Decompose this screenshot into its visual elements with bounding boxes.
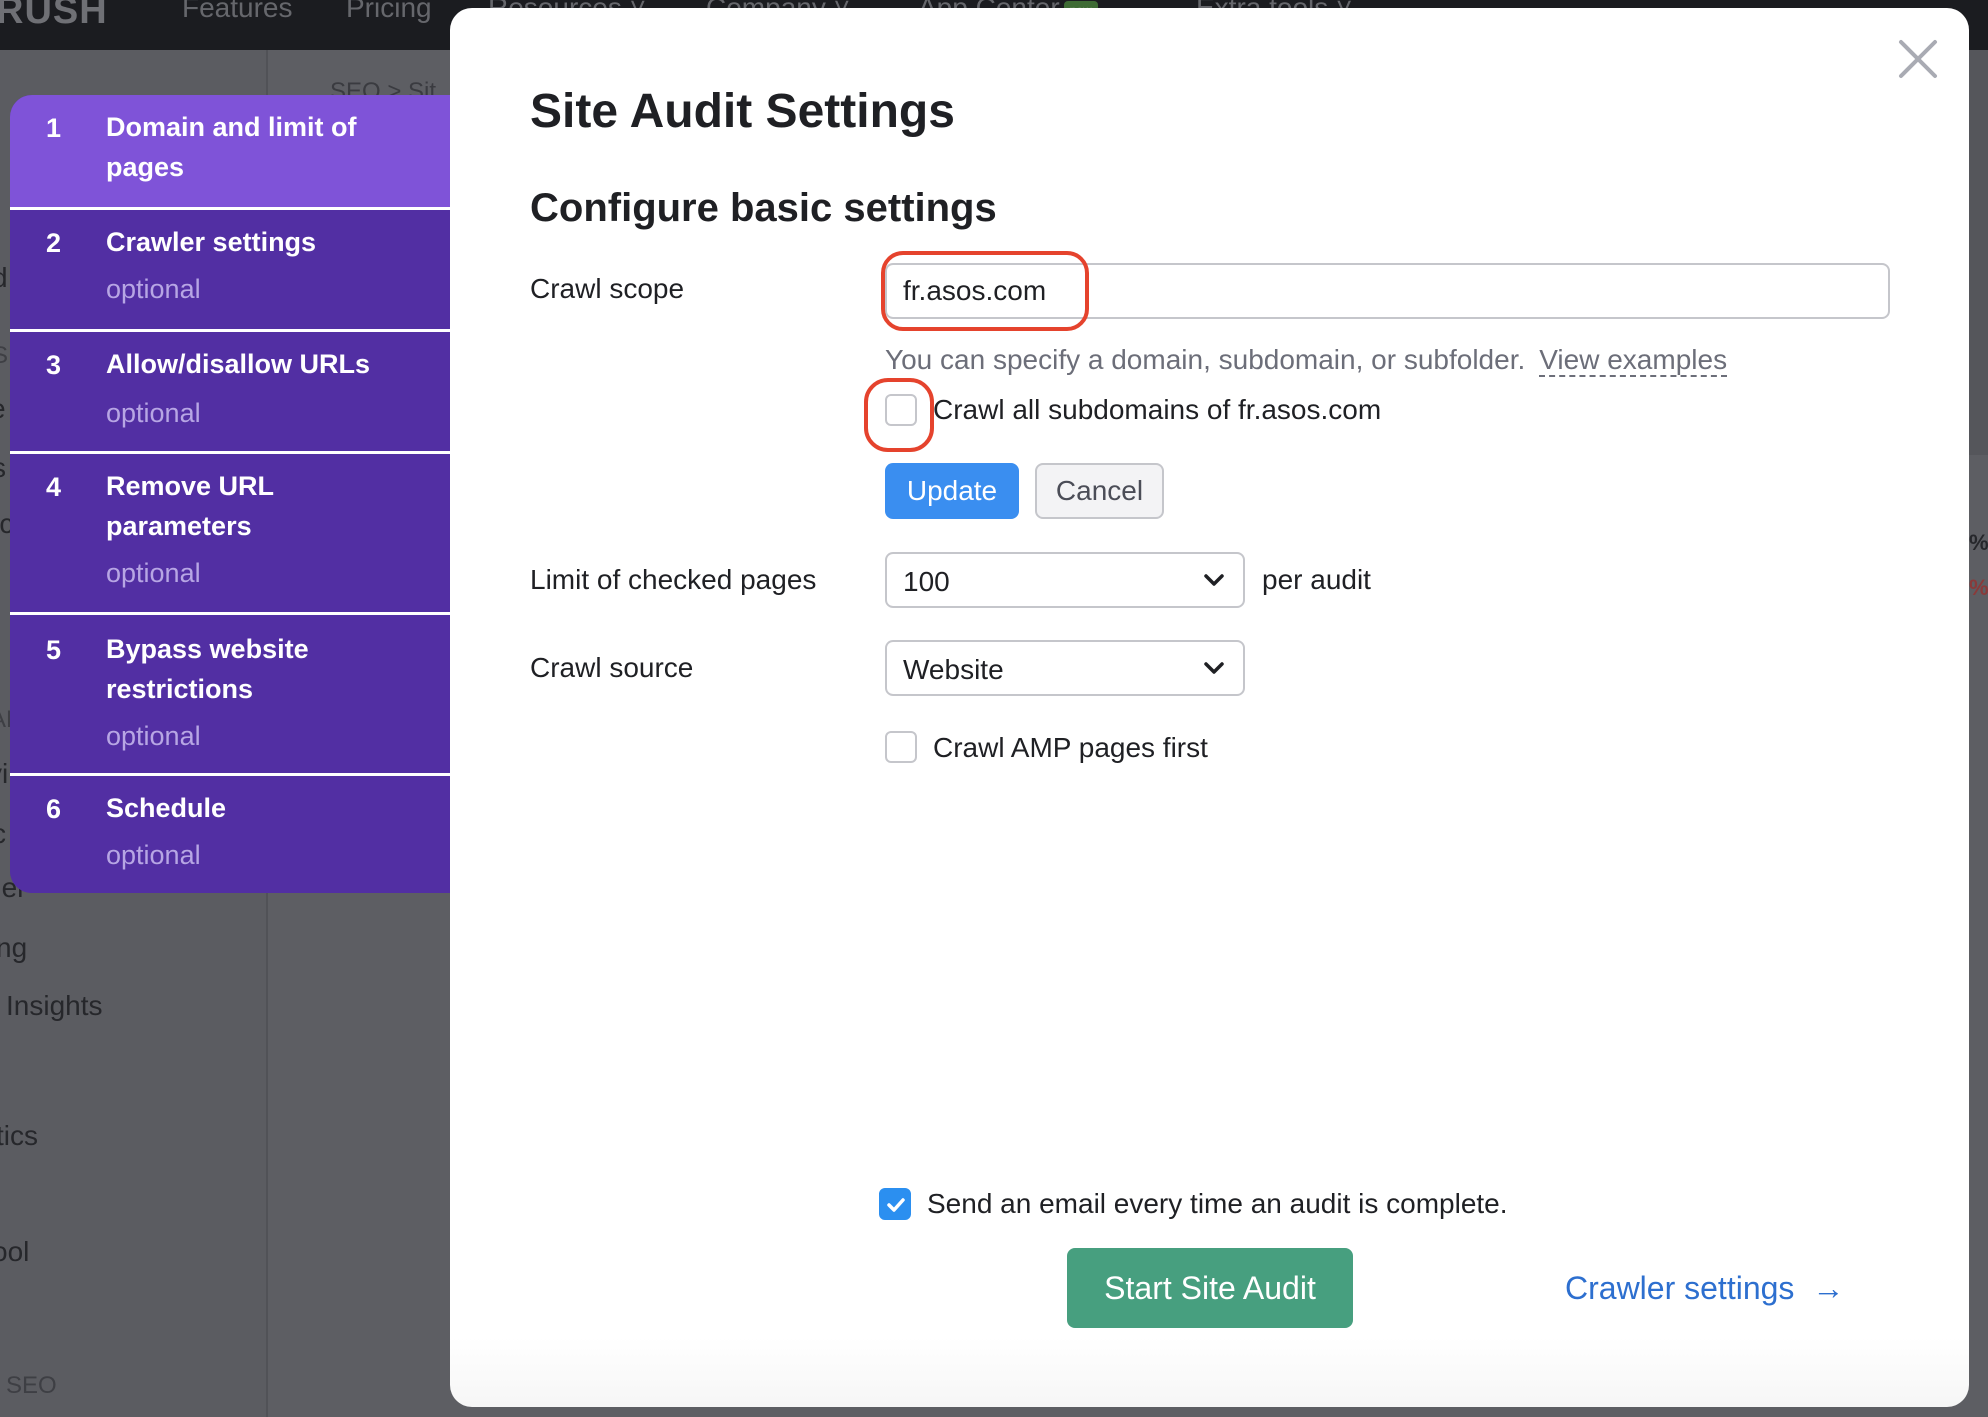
step-title: Allow/disallow URLs <box>106 349 371 379</box>
bg-sidebar-item: ool <box>0 1236 30 1267</box>
bg-sidebar-fragment: e <box>0 393 6 425</box>
limit-label: Limit of checked pages <box>530 564 817 595</box>
bg-sidebar-section: SEO <box>6 1372 57 1399</box>
step-optional-label: optional <box>106 274 201 304</box>
step-title: Bypass website restrictions <box>106 634 309 704</box>
crawl-subdomains-checkbox[interactable] <box>885 394 917 426</box>
email-notification-checkbox[interactable] <box>879 1188 911 1220</box>
bg-sidebar-fragment: c <box>0 818 6 850</box>
step-remove-url-parameters[interactable]: 4 Remove URL parameters optional <box>10 454 450 615</box>
crawl-scope-label: Crawl scope <box>530 273 685 304</box>
step-domain-and-limit[interactable]: 1 Domain and limit of pages <box>10 95 450 210</box>
crawl-source-value: Website <box>903 654 1004 685</box>
bg-sidebar-fragment: vi <box>0 758 9 789</box>
bg-sidebar-fragment: S <box>0 342 9 369</box>
close-button[interactable] <box>1897 38 1939 80</box>
step-allow-disallow-urls[interactable]: 3 Allow/disallow URLs optional <box>10 332 450 454</box>
bg-sidebar-item: Insights <box>6 990 103 1021</box>
nav-features[interactable]: Features <box>182 0 293 24</box>
start-site-audit-button[interactable]: Start Site Audit <box>1067 1248 1353 1328</box>
limit-select-value: 100 <box>903 566 950 597</box>
chevron-down-icon <box>1204 574 1224 586</box>
bg-sidebar-fragment: d <box>0 262 8 294</box>
step-title: Crawler settings <box>106 227 317 257</box>
bg-sidebar-item: ng <box>0 932 28 963</box>
step-crawler-settings[interactable]: 2 Crawler settings optional <box>10 210 450 332</box>
step-number: 2 <box>46 228 62 258</box>
email-notification-label[interactable]: Send an email every time an audit is com… <box>927 1188 1508 1220</box>
crawl-subdomains-label[interactable]: Crawl all subdomains of fr.asos.com <box>933 394 1381 426</box>
bg-sidebar-fragment: s <box>0 452 6 484</box>
view-examples-link[interactable]: View examples <box>1539 344 1728 377</box>
background-content-edge: % % <box>1969 50 1988 1417</box>
step-number: 3 <box>46 350 62 380</box>
step-title: Domain and limit of pages <box>106 112 357 182</box>
step-number: 6 <box>46 794 62 824</box>
crawl-scope-help-text: You can specify a domain, subdomain, or … <box>885 344 1526 375</box>
section-title: Configure basic settings <box>530 186 997 230</box>
chevron-down-icon <box>1204 662 1224 674</box>
step-number: 1 <box>46 113 62 143</box>
crawler-settings-link-label: Crawler settings <box>1565 1270 1795 1306</box>
bg-percent: % <box>1969 575 1988 600</box>
step-optional-label: optional <box>106 840 201 870</box>
site-audit-settings-modal: Site Audit Settings Configure basic sett… <box>450 8 1969 1407</box>
crawl-source-select[interactable]: Website <box>885 640 1245 696</box>
cancel-button[interactable]: Cancel <box>1035 463 1164 519</box>
step-bypass-restrictions[interactable]: 5 Bypass website restrictions optional <box>10 615 450 776</box>
step-schedule[interactable]: 6 Schedule optional <box>10 776 450 893</box>
bg-sidebar-item: tics <box>0 1120 38 1151</box>
step-optional-label: optional <box>106 721 201 751</box>
close-icon <box>1899 40 1937 78</box>
step-number: 4 <box>46 472 62 502</box>
bg-percent: % <box>1969 530 1988 555</box>
step-optional-label: optional <box>106 558 201 588</box>
nav-pricing[interactable]: Pricing <box>346 0 432 24</box>
settings-steps-nav: 1 Domain and limit of pages 2 Crawler se… <box>10 95 450 893</box>
crawl-scope-input[interactable] <box>885 263 1890 319</box>
modal-title: Site Audit Settings <box>530 85 955 138</box>
step-number: 5 <box>46 635 62 665</box>
arrow-right-icon: → <box>1812 1270 1845 1306</box>
crawl-amp-label[interactable]: Crawl AMP pages first <box>933 732 1208 764</box>
crawler-settings-link[interactable]: Crawler settings → <box>1565 1270 1844 1307</box>
step-title: Remove URL parameters <box>106 471 274 541</box>
step-title: Schedule <box>106 793 227 823</box>
brand-logo[interactable]: RUSH <box>0 0 108 33</box>
per-audit-label: per audit <box>1262 564 1371 595</box>
limit-select[interactable]: 100 <box>885 552 1245 608</box>
checkmark-icon <box>887 1198 905 1212</box>
crawl-scope-help: You can specify a domain, subdomain, or … <box>885 344 1728 377</box>
crawl-source-label: Crawl source <box>530 652 694 683</box>
step-optional-label: optional <box>106 398 201 428</box>
update-button[interactable]: Update <box>885 463 1019 519</box>
crawl-amp-checkbox[interactable] <box>885 731 917 763</box>
